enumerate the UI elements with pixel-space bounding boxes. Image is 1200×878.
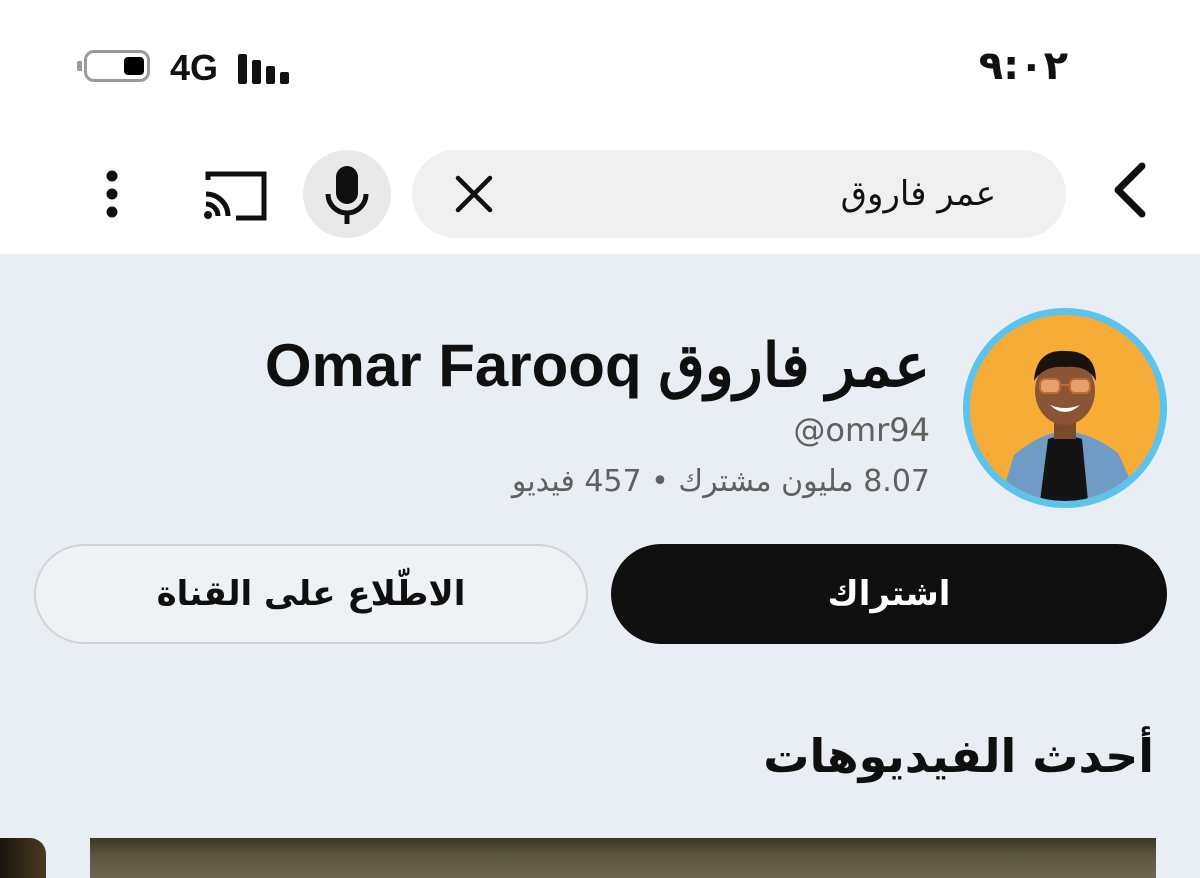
signal-strength-icon: [238, 54, 289, 84]
view-channel-button[interactable]: الاطّلاع على القناة: [34, 544, 588, 644]
channel-result-card[interactable]: Omar Farooq عمر فاروق @omr94 8.07 مليون …: [0, 254, 1200, 878]
channel-name[interactable]: Omar Farooq عمر فاروق: [265, 330, 930, 402]
back-arrow-icon[interactable]: [1100, 160, 1160, 220]
microphone-icon: [325, 166, 369, 224]
network-type: 4G: [170, 47, 219, 88]
video-thumbnail-partial[interactable]: [0, 838, 46, 878]
more-options-icon[interactable]: [94, 166, 130, 222]
channel-handle: @omr94: [793, 411, 930, 449]
channel-stats: 8.07 مليون مشترك • 457 فيديو: [511, 464, 930, 499]
video-thumbnail[interactable]: [90, 838, 1156, 878]
search-input[interactable]: عمر فاروق: [412, 150, 1066, 238]
battery-icon: [76, 50, 154, 86]
channel-avatar-image: [970, 315, 1160, 501]
search-top-bar: عمر فاروق: [0, 130, 1200, 254]
clock: ٩:٠٢: [978, 43, 1068, 89]
search-query-text: عمر فاروق: [840, 174, 996, 214]
voice-search-button[interactable]: [303, 150, 391, 238]
channel-avatar[interactable]: [963, 308, 1167, 508]
cast-icon[interactable]: [200, 168, 268, 222]
subscribe-button[interactable]: اشتراك: [611, 544, 1167, 644]
clear-search-icon[interactable]: [452, 172, 496, 216]
latest-videos-heading: أحدث الفيديوهات: [763, 729, 1154, 783]
status-bar: 4G ٩:٠٢: [0, 0, 1200, 130]
